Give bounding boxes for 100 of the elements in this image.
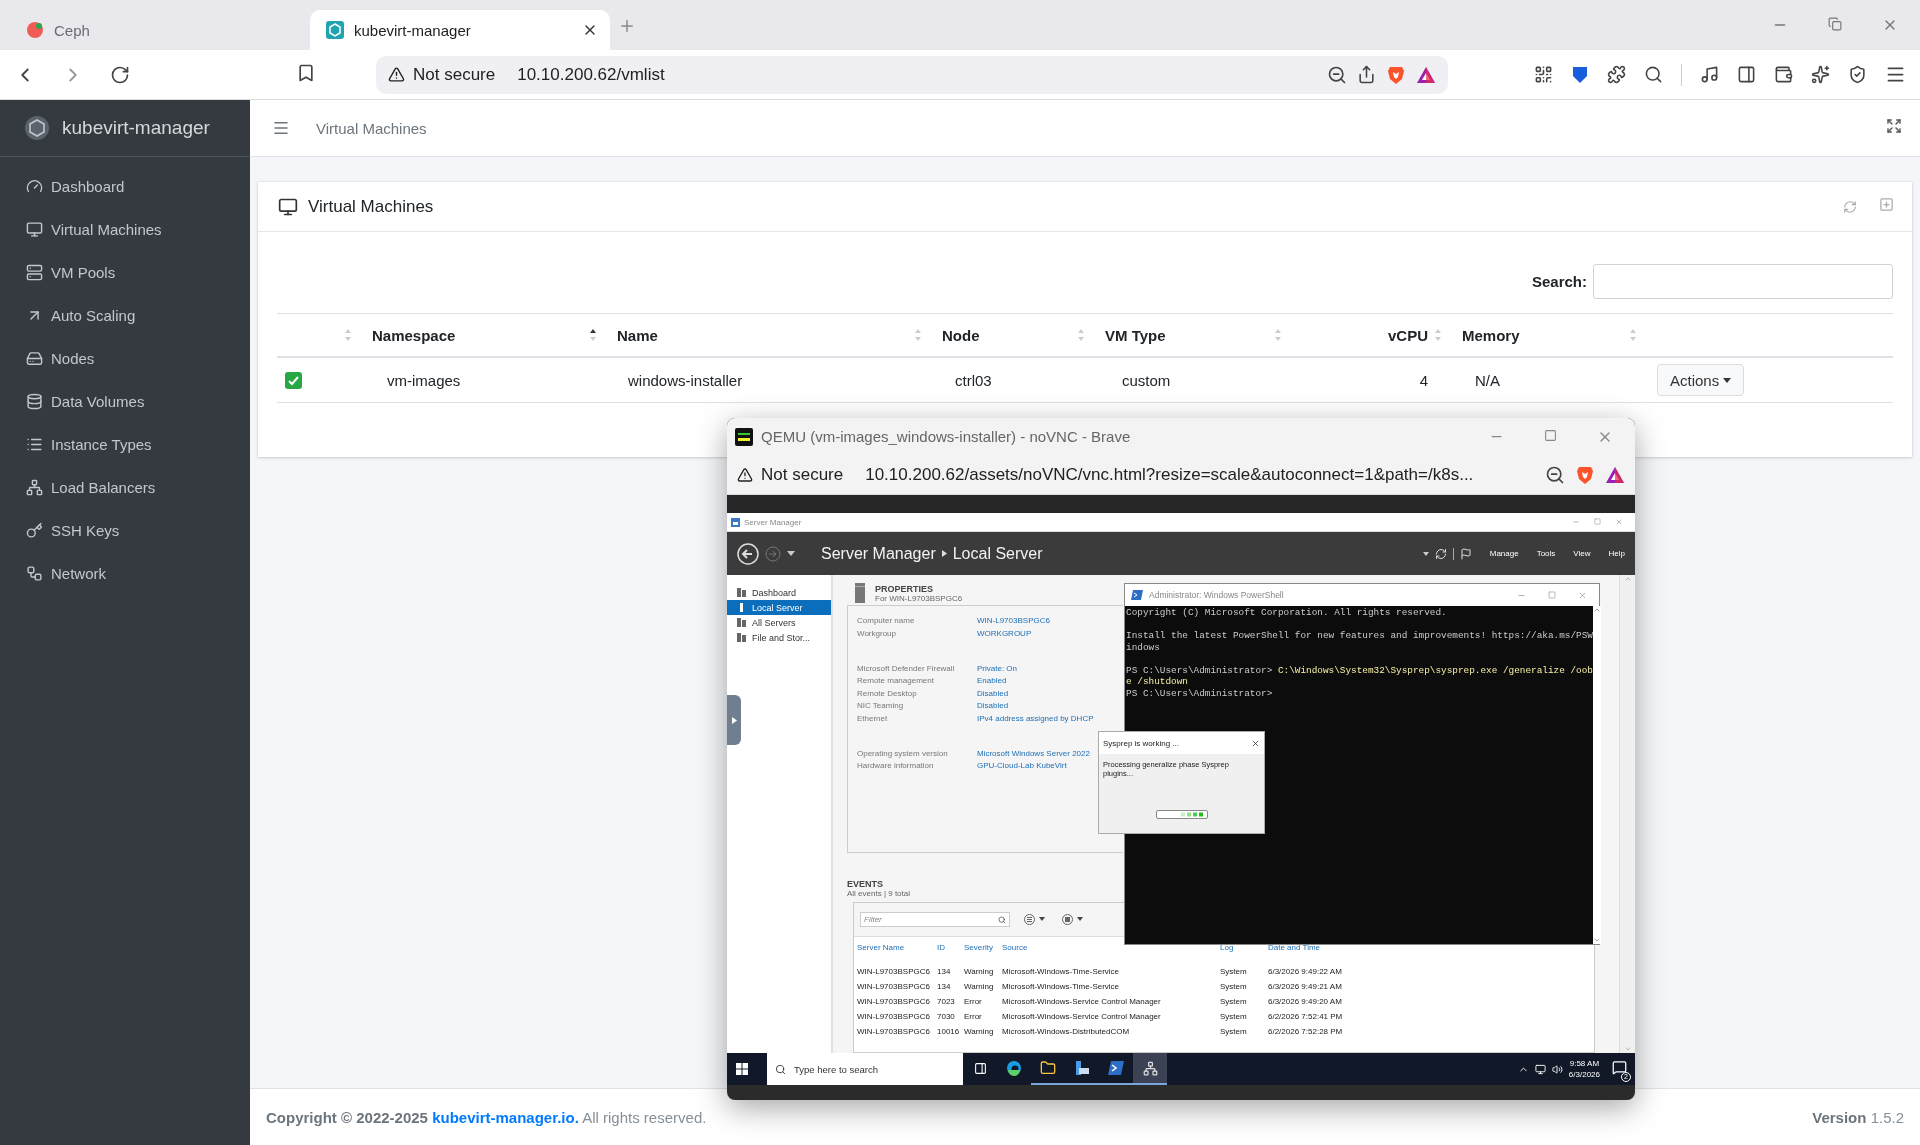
save-options-icon[interactable]	[1062, 914, 1086, 925]
dropdown-icon[interactable]	[787, 551, 795, 556]
dropdown-icon[interactable]	[1422, 551, 1429, 556]
property-link[interactable]: Disabled	[977, 701, 1123, 710]
nav-item[interactable]: Local Server	[727, 600, 831, 615]
taskbar-search-field[interactable]: Type here to search	[767, 1053, 963, 1085]
sort-icon[interactable]	[589, 328, 597, 342]
address-bar[interactable]: Not secure 10.10.200.62/assets/noVNC/vnc.html?resize=scale&autoconnect=1&path=/k8s...	[727, 455, 1635, 495]
shield-check-icon[interactable]	[1848, 65, 1867, 84]
column-header[interactable]: Log	[1220, 943, 1268, 952]
sidebar-item[interactable]: Load Balancers	[8, 466, 242, 509]
brand-name[interactable]: kubevirt-manager	[62, 117, 210, 139]
actions-button[interactable]: Actions	[1657, 364, 1745, 396]
copyright-notice: Copyright © 2022-2025 kubevirt-manager.io. All rights reserved.	[266, 1108, 707, 1126]
share-icon[interactable]	[1357, 65, 1376, 84]
column-header[interactable]: Severity	[964, 943, 1002, 952]
progress-bar-icon	[1155, 810, 1208, 819]
browser-tab[interactable]: Ceph	[10, 10, 310, 50]
menu-item[interactable]: Help	[1608, 549, 1625, 558]
sidebar-item[interactable]: Instance Types	[8, 423, 242, 466]
column-header[interactable]: Date and Time	[1268, 943, 1408, 952]
table-cell: vm-images	[360, 358, 605, 403]
warning-icon	[737, 466, 753, 483]
dialog-title: Sysprep is working ...	[1103, 738, 1180, 748]
column-header[interactable]: Source	[1002, 943, 1220, 952]
menu-item[interactable]: Manage	[1489, 549, 1519, 558]
refresh-icon[interactable]	[1434, 547, 1447, 560]
puzzle-icon[interactable]	[1607, 65, 1626, 84]
table-cell-text: Microsoft-Windows-DistributedCOM	[1002, 1027, 1131, 1036]
column-header[interactable]: ID	[937, 943, 964, 952]
menu-item[interactable]: View	[1573, 549, 1591, 558]
property-link[interactable]: Disabled	[977, 688, 1123, 698]
column-header[interactable]: vCPU	[1290, 313, 1450, 358]
version-label: Version 1.5.2	[1812, 1108, 1904, 1126]
shield-icon[interactable]	[1571, 64, 1589, 85]
music-icon[interactable]	[1700, 65, 1719, 84]
zoom-out-icon[interactable]	[1545, 464, 1565, 485]
sidebar-item[interactable]: Nodes	[8, 337, 242, 380]
table-cell: N/A	[1450, 358, 1645, 403]
restore-icon[interactable]	[1828, 17, 1842, 31]
property-link[interactable]: WORKGROUP	[977, 628, 1123, 638]
search-field[interactable]	[1593, 264, 1893, 299]
bookmark-icon[interactable]	[296, 62, 316, 83]
notifications-icon[interactable]	[1612, 1059, 1627, 1075]
scrollbar[interactable]	[1619, 575, 1635, 1053]
table-cell-text: System	[1220, 982, 1248, 991]
property-link[interactable]: IPv4 address assigned by DHCP	[977, 713, 1123, 723]
remote-desktop-screen[interactable]	[727, 513, 1635, 1053]
lion-shield-icon[interactable]	[1386, 64, 1406, 85]
menu-icon[interactable]	[272, 119, 290, 137]
column-header[interactable]: Node	[930, 313, 1093, 358]
maximize-icon[interactable]	[1544, 428, 1557, 442]
sidebar-item[interactable]: Dashboard	[8, 165, 242, 208]
browser-tab[interactable]: kubevirt-manager	[310, 10, 610, 50]
column-header[interactable]: Server Name	[857, 943, 937, 952]
lion-shield-icon[interactable]	[1575, 464, 1595, 485]
sidebar-item[interactable]: Virtual Machines	[8, 208, 242, 251]
zoom-out-icon[interactable]	[1327, 64, 1347, 85]
wallet-icon[interactable]	[1774, 65, 1793, 84]
column-header[interactable]: Memory	[1450, 313, 1645, 358]
network-app-icon[interactable]	[1133, 1053, 1167, 1085]
section-heading: PROPERTIES	[875, 583, 934, 594]
side-panel-handle[interactable]	[727, 695, 741, 745]
sidebar-item[interactable]: SSH Keys	[8, 509, 242, 552]
fullscreen-icon[interactable]	[1886, 118, 1902, 134]
column-header[interactable]: Name	[605, 313, 930, 358]
menu-item[interactable]: Tools	[1536, 549, 1556, 558]
filter-field[interactable]: Filter	[860, 912, 1010, 927]
taskbar-clock[interactable]: 9:58 AM 6/3/2026	[1568, 1058, 1600, 1080]
nav-item[interactable]: Dashboard	[727, 585, 831, 600]
qr-code-icon[interactable]	[1534, 65, 1553, 84]
network-status-icon[interactable]	[1534, 1063, 1546, 1075]
window-search-icon[interactable]	[1644, 65, 1663, 84]
sidebar-icon[interactable]	[1737, 65, 1756, 84]
property-link[interactable]: WIN-L9703BSPGC6	[977, 616, 1123, 625]
sidebar-item[interactable]: Auto Scaling	[8, 294, 242, 337]
sparkle-icon[interactable]	[1811, 65, 1830, 84]
sidebar-item[interactable]: VM Pools	[8, 251, 242, 294]
property-link[interactable]: Private: On	[977, 663, 1123, 673]
flag-icon[interactable]	[1459, 547, 1472, 560]
address-bar[interactable]: Not secure 10.10.200.62/vmlist	[376, 55, 1448, 94]
back-icon[interactable]	[737, 542, 759, 565]
volume-icon[interactable]	[1551, 1063, 1563, 1075]
table-cell-text: Microsoft-Windows-Service Control Manager	[1002, 1012, 1162, 1021]
close-icon[interactable]	[1251, 738, 1260, 748]
nav-item[interactable]: File and Stor...	[727, 630, 831, 645]
nav-item[interactable]: All Servers	[727, 615, 831, 630]
column-header[interactable]: Namespace	[360, 313, 605, 358]
sidebar-item[interactable]: Network	[8, 552, 242, 595]
property-link[interactable]: Enabled	[977, 676, 1123, 685]
column-header[interactable]: VM Type	[1093, 313, 1290, 358]
table-cell: windows-installer	[605, 358, 930, 403]
list-options-icon[interactable]	[1024, 914, 1048, 925]
reload-icon[interactable]	[110, 64, 130, 85]
tab-favicon-icon	[26, 21, 44, 39]
scrollbar[interactable]	[1592, 606, 1601, 944]
sidebar-item[interactable]: Data Volumes	[8, 380, 242, 423]
footer-link[interactable]: kubevirt-manager.io.	[432, 1108, 579, 1126]
vnc-browser-window[interactable]	[727, 418, 1635, 1100]
table-cell-text: System	[1220, 967, 1248, 976]
